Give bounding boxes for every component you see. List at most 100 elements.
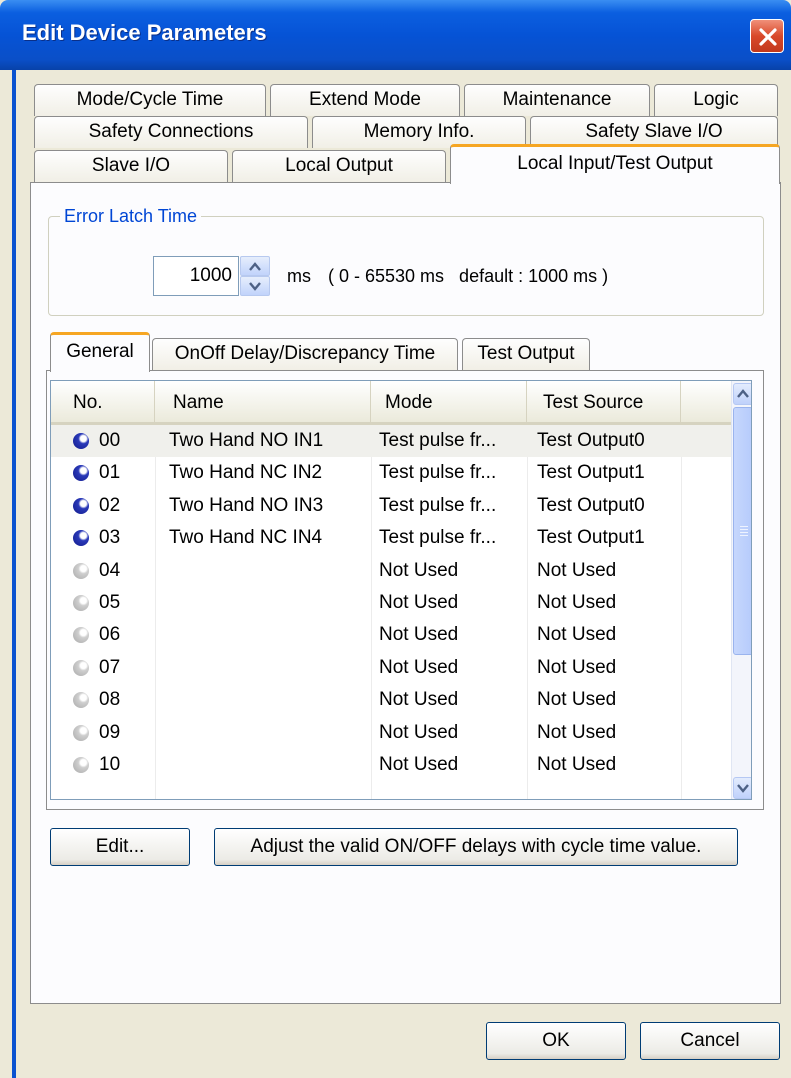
row-test-source: Not Used	[537, 559, 617, 581]
tab-local-output[interactable]: Local Output	[232, 150, 446, 182]
input-list[interactable]: No. Name Mode Test Source 00 Two Hand NO …	[50, 380, 752, 800]
close-button[interactable]	[750, 19, 784, 53]
status-dot-used-icon	[73, 530, 89, 547]
list-scrollbar[interactable]	[731, 381, 751, 799]
tab-extend-mode[interactable]: Extend Mode	[270, 84, 460, 116]
column-header-test-source[interactable]: Test Source	[527, 381, 681, 422]
table-row[interactable]: 05 Not Used Not Used	[51, 587, 731, 619]
status-dot-used-icon	[73, 433, 89, 449]
close-icon	[759, 28, 777, 46]
ok-button[interactable]: OK	[486, 1022, 626, 1060]
scroll-down-button[interactable]	[733, 777, 751, 799]
tab-slave-io[interactable]: Slave I/O	[34, 150, 228, 182]
status-dot-unused-icon	[73, 562, 89, 579]
row-number: 00	[99, 430, 121, 451]
row-mode: Test pulse fr...	[379, 430, 497, 451]
row-test-source: Not Used	[537, 656, 617, 678]
inner-tab-general[interactable]: General	[50, 332, 150, 372]
cancel-button[interactable]: Cancel	[640, 1022, 780, 1060]
edit-button[interactable]: Edit...	[50, 828, 190, 866]
spin-up-button[interactable]	[240, 256, 270, 276]
row-number: 04	[99, 559, 121, 581]
table-row[interactable]: 00 Two Hand NO IN1 Test pulse fr... Test Ou…	[51, 425, 731, 457]
table-row[interactable]: 10 Not Used Not Used	[51, 749, 731, 781]
error-latch-spinner[interactable]	[240, 256, 270, 296]
row-mode: Test pulse fr...	[379, 527, 497, 549]
tab-logic[interactable]: Logic	[654, 84, 778, 116]
row-number: 02	[99, 494, 121, 516]
column-header-name[interactable]: Name	[155, 381, 371, 422]
table-row[interactable]: 02 Two Hand NO IN3 Test pulse fr... Test Ou…	[51, 490, 731, 522]
chevron-down-icon	[737, 784, 749, 793]
row-name: Two Hand NC IN2	[169, 462, 323, 484]
dialog-window: Edit Device Parameters Mode/Cycle Time E…	[0, 0, 791, 1078]
row-number: 07	[99, 656, 121, 678]
table-row[interactable]: 06 Not Used Not Used	[51, 619, 731, 651]
tab-mode-cycle-time[interactable]: Mode/Cycle Time	[34, 84, 266, 116]
row-mode: Not Used	[379, 754, 459, 775]
cancel-button-label: Cancel	[680, 1030, 740, 1051]
row-number: 09	[99, 721, 121, 743]
status-dot-unused-icon	[73, 692, 89, 709]
row-number: 03	[99, 527, 121, 549]
row-mode: Not Used	[379, 592, 459, 613]
row-number: 06	[99, 624, 121, 646]
row-test-source: Not Used	[537, 592, 617, 613]
edit-button-label: Edit...	[95, 836, 145, 857]
grip-line	[740, 532, 748, 533]
grip-line	[740, 529, 748, 530]
status-dot-used-icon	[73, 465, 89, 482]
tab-local-input-test-output[interactable]: Local Input/Test Output	[450, 144, 780, 184]
row-number: 10	[99, 754, 121, 775]
row-mode: Test pulse fr...	[379, 462, 497, 484]
table-row[interactable]: 04 Not Used Not Used	[51, 555, 731, 587]
row-test-source: Test Output1	[537, 462, 645, 484]
error-latch-label: Error Latch Time	[60, 206, 202, 227]
row-number: 01	[99, 462, 121, 484]
row-test-source: Not Used	[537, 689, 617, 711]
row-test-source: Test Output0	[537, 494, 645, 516]
inner-tab-onoff-delay[interactable]: OnOff Delay/Discrepancy Time	[152, 338, 458, 370]
status-dot-unused-icon	[73, 595, 89, 611]
adjust-delays-button[interactable]: Adjust the valid ON/OFF delays with cycl…	[214, 828, 738, 866]
status-dot-used-icon	[73, 497, 89, 514]
table-row[interactable]: 01 Two Hand NC IN2 Test pulse fr... Test Ou…	[51, 457, 731, 489]
row-mode: Not Used	[379, 559, 459, 581]
row-number: 05	[99, 592, 121, 613]
row-test-source: Not Used	[537, 721, 617, 743]
ok-button-label: OK	[542, 1030, 570, 1051]
column-header-mode[interactable]: Mode	[371, 381, 527, 422]
row-test-source: Not Used	[537, 754, 617, 775]
grip-line	[740, 535, 748, 536]
column-header-no[interactable]: No.	[51, 381, 155, 422]
title-bar[interactable]: Edit Device Parameters	[0, 0, 791, 70]
table-row[interactable]: 09 Not Used Not Used	[51, 717, 731, 749]
row-test-source: Test Output1	[537, 527, 645, 549]
row-name: Two Hand NO IN3	[169, 494, 324, 516]
status-dot-unused-icon	[73, 757, 89, 773]
row-mode: Not Used	[379, 624, 459, 646]
adjust-delays-label: Adjust the valid ON/OFF delays with cycl…	[250, 836, 702, 857]
inner-tab-test-output[interactable]: Test Output	[462, 338, 590, 370]
table-row[interactable]: 07 Not Used Not Used	[51, 652, 731, 684]
list-header: No. Name Mode Test Source	[51, 381, 731, 425]
row-mode: Not Used	[379, 689, 459, 711]
row-name: Two Hand NO IN1	[169, 430, 324, 451]
row-mode: Not Used	[379, 656, 459, 678]
tab-maintenance[interactable]: Maintenance	[464, 84, 650, 116]
row-mode: Test pulse fr...	[379, 494, 497, 516]
scroll-up-button[interactable]	[733, 383, 751, 405]
table-row[interactable]: 03 Two Hand NC IN4 Test pulse fr... Test Ou…	[51, 522, 731, 554]
status-dot-unused-icon	[73, 627, 89, 644]
unit-label: ms	[287, 266, 311, 286]
spin-down-button[interactable]	[240, 276, 270, 296]
chevron-up-icon	[737, 389, 749, 398]
spin-up-icon	[249, 262, 261, 271]
error-latch-input[interactable]: 1000	[153, 256, 239, 296]
row-number: 08	[99, 689, 121, 711]
status-dot-unused-icon	[73, 659, 89, 676]
row-test-source: Not Used	[537, 624, 617, 646]
tab-safety-connections[interactable]: Safety Connections	[34, 116, 308, 148]
scroll-thumb[interactable]	[733, 407, 751, 655]
table-row[interactable]: 08 Not Used Not Used	[51, 684, 731, 716]
